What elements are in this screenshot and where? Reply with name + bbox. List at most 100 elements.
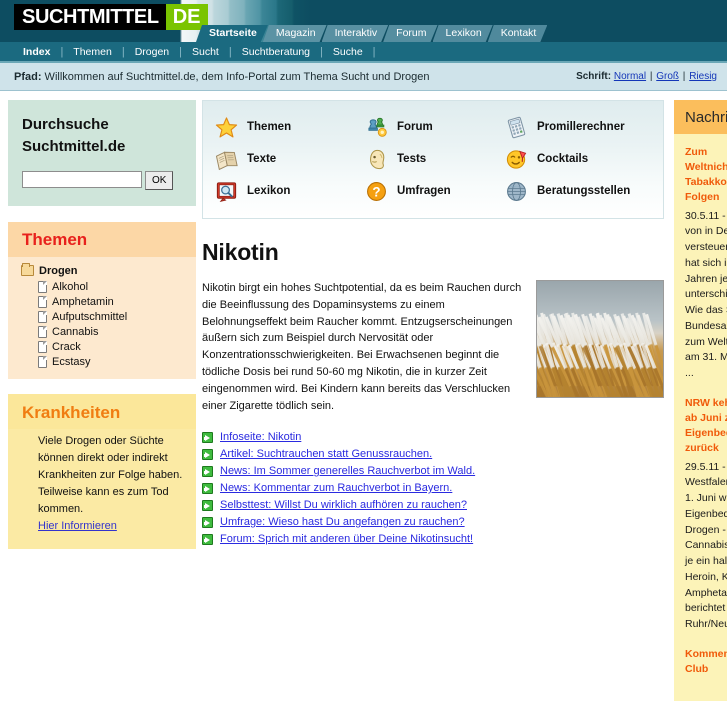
tree-item-label: Crack [52, 341, 81, 353]
krankheiten-link[interactable]: Hier Informieren [38, 520, 117, 532]
article: Nikotin Nikotin birgt ein hohes Suchtpot… [202, 239, 664, 548]
quicklink-promillerechner[interactable]: Promillerechner [505, 111, 655, 143]
chess-pieces-icon [365, 116, 388, 139]
tree-item-aufputschmittel[interactable]: Aufputschmittel [21, 310, 186, 325]
tree-item-label: Amphetamin [52, 296, 114, 308]
subnav-separator: | [60, 45, 64, 58]
document-icon [38, 281, 47, 293]
font-option-separator: | [647, 71, 653, 82]
quicklink-forum[interactable]: Forum [365, 111, 505, 143]
themen-panel: Themen Drogen Alkohol Amphetamin Aufputsch… [8, 221, 196, 379]
subnav-item-drogen[interactable]: Drogen [126, 46, 178, 58]
tree-item-cannabis[interactable]: Cannabis [21, 325, 186, 340]
related-link-row[interactable]: News: Im Sommer generelles Rauchverbot i… [202, 463, 664, 480]
related-link-row[interactable]: Umfrage: Wieso hast Du angefangen zu rau… [202, 514, 664, 531]
quicklink-texte[interactable]: Texte [215, 143, 365, 175]
quicklink-themen[interactable]: Themen [215, 111, 365, 143]
search-input[interactable] [22, 170, 142, 188]
folder-icon [21, 263, 34, 276]
quicklinks-icon-grid: Themen Forum Promillerechner Texte Tests Cock… [202, 100, 664, 219]
quicklink-tests[interactable]: Tests [365, 143, 505, 175]
quicklink-label: Lexikon [247, 185, 291, 197]
quicklink-beratungsstellen[interactable]: Beratungsstellen [505, 175, 655, 207]
krankheiten-panel-title: Krankheiten [22, 402, 121, 422]
main-content: Themen Forum Promillerechner Texte Tests Cock… [196, 100, 674, 548]
document-icon [38, 311, 47, 323]
related-link-row[interactable]: News: Kommentar zum Rauchverbot in Bayer… [202, 480, 664, 497]
news-item-title[interactable]: NRW kehrt bei Drogen ab Juni zu alten Ei… [685, 396, 727, 456]
tree-item-crack[interactable]: Crack [21, 340, 186, 355]
related-link[interactable]: Umfrage: Wieso hast Du angefangen zu rau… [220, 516, 465, 528]
tree-item-label: Ecstasy [52, 356, 91, 368]
tab-forum[interactable]: Forum [383, 25, 437, 42]
related-link[interactable]: News: Im Sommer generelles Rauchverbot i… [220, 465, 475, 477]
search-panel-title: Durchsuche Suchtmittel.de [22, 114, 182, 158]
globe-icon [505, 180, 528, 203]
subnav-separator: | [121, 45, 125, 58]
icon-grid-row: Themen Forum Promillerechner [215, 111, 655, 143]
tab-lexikon[interactable]: Lexikon [433, 25, 493, 42]
quicklink-label: Themen [247, 121, 292, 133]
breadcrumb: Pfad: Willkommen auf Suchtmittel.de, dem… [14, 71, 430, 83]
font-size-switcher: Schrift: Normal | Groß | Riesig [576, 71, 717, 82]
subnav-item-suchtberatung[interactable]: Suchtberatung [233, 46, 319, 58]
article-body: Nikotin birgt ein hohes Suchtpotential, … [202, 280, 664, 415]
related-link[interactable]: Artikel: Suchtrauchen statt Genussrauche… [220, 448, 432, 460]
related-link-row[interactable]: Selbsttest: Willst Du wirklich aufhören … [202, 497, 664, 514]
krankheiten-text: Viele Drogen oder Süchte können direkt o… [38, 434, 183, 515]
search-submit-button[interactable]: OK [145, 170, 174, 190]
tree-root-drogen[interactable]: Drogen [21, 263, 186, 280]
related-link[interactable]: Infoseite: Nikotin [220, 431, 301, 443]
tree-item-label: Alkohol [52, 281, 89, 293]
tree-item-alkohol[interactable]: Alkohol [21, 280, 186, 295]
site-header: SUCHTMITTEL DE Startseite Magazin Interakt… [0, 0, 727, 42]
font-size-option-normal[interactable]: Normal [614, 71, 646, 82]
news-item-title[interactable]: Zum Weltnichtrauchertag: Tabakkonsum und… [685, 145, 727, 205]
subnav-separator: | [372, 45, 376, 58]
logo-wordmark: SUCHTMITTEL [14, 4, 166, 30]
subnav-item-sucht[interactable]: Sucht [183, 46, 228, 58]
quicklink-cocktails[interactable]: Cocktails [505, 143, 655, 175]
svg-text:?: ? [372, 184, 380, 199]
site-logo[interactable]: SUCHTMITTEL DE [14, 4, 208, 30]
calculator-icon [505, 116, 528, 139]
quicklink-label: Beratungsstellen [537, 185, 631, 197]
tab-startseite[interactable]: Startseite [196, 25, 268, 42]
quicklink-label: Promillerechner [537, 121, 625, 133]
related-link[interactable]: Selbsttest: Willst Du wirklich aufhören … [220, 499, 467, 511]
related-link-row[interactable]: Infoseite: Nikotin [202, 429, 664, 446]
search-title-line2: Suchtmittel.de [22, 137, 126, 155]
icon-grid-row: Lexikon ? Umfragen Beratungsstellen [215, 175, 655, 207]
news-panel-body: Zum Weltnichtrauchertag: Tabakkonsum und… [674, 134, 727, 701]
quicklink-lexikon[interactable]: Lexikon [215, 175, 365, 207]
tab-magazin[interactable]: Magazin [263, 25, 327, 42]
subnav-item-suche[interactable]: Suche [324, 46, 372, 58]
quicklink-label: Cocktails [537, 153, 589, 165]
themen-panel-title: Themen [22, 229, 88, 249]
news-panel-title: Nachrichten [685, 109, 727, 126]
font-option-separator: | [680, 71, 686, 82]
subnav-item-themen[interactable]: Themen [64, 46, 121, 58]
tab-interaktiv[interactable]: Interaktiv [322, 25, 389, 42]
related-link[interactable]: Forum: Sprich mit anderen über Deine Nik… [220, 533, 473, 545]
tree-item-label: Cannabis [52, 326, 99, 338]
tree-item-ecstasy[interactable]: Ecstasy [21, 355, 186, 370]
document-icon [38, 296, 47, 308]
news-item-title[interactable]: Kommentar: Kiffen im Club [685, 647, 727, 677]
subnav-item-index[interactable]: Index [14, 46, 59, 58]
font-size-option-riesig[interactable]: Riesig [689, 71, 717, 82]
tree-item-amphetamin[interactable]: Amphetamin [21, 295, 186, 310]
quicklink-umfragen[interactable]: ? Umfragen [365, 175, 505, 207]
font-size-option-groß[interactable]: Groß [656, 71, 679, 82]
tab-kontakt[interactable]: Kontakt [488, 25, 548, 42]
news-item-text: 29.5.11 - In Nordrhein-Westfalen gelten … [685, 460, 727, 631]
related-link-row[interactable]: Artikel: Suchtrauchen statt Genussrauche… [202, 446, 664, 463]
related-link-row[interactable]: Forum: Sprich mit anderen über Deine Nik… [202, 531, 664, 548]
related-link[interactable]: News: Kommentar zum Rauchverbot in Bayer… [220, 482, 452, 494]
breadcrumb-bar: Pfad: Willkommen auf Suchtmittel.de, dem… [0, 63, 727, 91]
document-icon [38, 356, 47, 368]
article-photo-cigarettes [536, 280, 664, 398]
krankheiten-panel-body: Viele Drogen oder Süchte können direkt o… [8, 428, 196, 549]
question-mark-icon: ? [365, 180, 388, 203]
news-item: Zum Weltnichtrauchertag: Tabakkonsum und… [685, 145, 727, 382]
